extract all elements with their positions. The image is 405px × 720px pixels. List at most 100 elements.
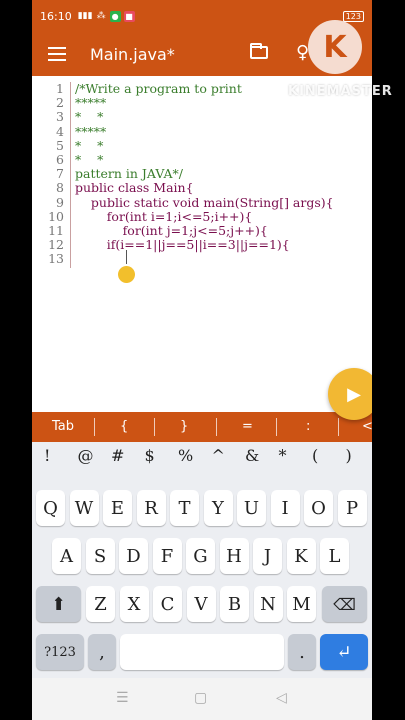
symbol-divider: [154, 418, 155, 436]
code-text: for(int j=1;j<=5;j++){: [75, 223, 268, 238]
gutter-divider: [70, 82, 71, 268]
line-number: 4: [56, 123, 64, 139]
key-a[interactable]: A: [52, 538, 81, 574]
folder-icon[interactable]: [250, 43, 268, 59]
key-z[interactable]: Z: [86, 586, 115, 622]
file-title: Main.java*: [90, 44, 175, 64]
backspace-key[interactable]: ⌫: [322, 586, 367, 622]
line-number: 8: [56, 180, 64, 196]
key-r[interactable]: R: [136, 490, 166, 526]
symbol-close-brace[interactable]: }: [180, 419, 188, 434]
symbol-divider: [338, 418, 339, 436]
navigation-bar: ☰ ▢ ◁: [32, 678, 372, 720]
recorder-icon: ■: [123, 10, 135, 22]
battery-icon: 123: [342, 10, 364, 22]
comma-key[interactable]: ,: [88, 634, 116, 670]
key-q[interactable]: Q: [36, 490, 65, 526]
key-m[interactable]: M: [287, 586, 316, 622]
key-j[interactable]: J: [253, 538, 282, 574]
kinemaster-logo: K: [308, 20, 362, 74]
key-v[interactable]: V: [186, 586, 216, 622]
play-icon: ▶: [347, 383, 361, 405]
key-d[interactable]: D: [119, 538, 148, 574]
line-number: 10: [48, 208, 64, 224]
symbol-divider: [94, 418, 95, 436]
recents-icon[interactable]: ☰: [116, 690, 129, 706]
volte-icon: ⁂: [96, 11, 106, 21]
symbol-open-brace[interactable]: {: [120, 419, 128, 434]
key-h[interactable]: H: [219, 538, 249, 574]
shift-key[interactable]: ⬆: [36, 586, 81, 622]
symbol-bar: Tab { } = : <: [32, 412, 372, 442]
code-text: *****: [75, 95, 107, 111]
line-number: 1: [56, 81, 64, 96]
symbol-equals[interactable]: =: [242, 419, 253, 434]
symbol-tab[interactable]: Tab: [52, 419, 74, 434]
home-icon[interactable]: ▢: [194, 690, 207, 706]
key-l[interactable]: L: [320, 538, 349, 574]
line-number: 3: [56, 109, 64, 125]
key-e[interactable]: E: [103, 490, 132, 526]
key-w[interactable]: W: [69, 490, 99, 526]
space-key[interactable]: [120, 634, 284, 670]
back-icon[interactable]: ◁: [276, 690, 287, 706]
symbol-key[interactable]: %: [178, 446, 193, 465]
kinemaster-watermark: KINEMASTER: [288, 84, 393, 99]
key-g[interactable]: G: [186, 538, 215, 574]
code-text: pattern in JAVA*/: [75, 166, 184, 182]
menu-icon[interactable]: [48, 47, 66, 61]
line-number: 9: [56, 194, 64, 210]
code-text: /*Write a program to print: [75, 81, 242, 96]
code-text: * *: [75, 109, 104, 125]
key-k[interactable]: K: [286, 538, 316, 574]
key-x[interactable]: X: [119, 586, 149, 622]
run-button[interactable]: ▶: [328, 368, 372, 420]
symbol-colon[interactable]: :: [306, 419, 310, 434]
symbol-divider: [216, 418, 217, 436]
symbol-key[interactable]: !: [44, 446, 50, 465]
key-t[interactable]: T: [170, 490, 199, 526]
symbol-key[interactable]: (: [312, 446, 318, 465]
code-text: if(i==1||j==5||i==3||j==1){: [75, 237, 290, 253]
key-o[interactable]: O: [304, 490, 333, 526]
line-number: 5: [56, 137, 64, 153]
symbol-less-than[interactable]: <: [362, 419, 372, 434]
line-number: 13: [48, 251, 64, 267]
symbol-divider: [276, 418, 277, 436]
symbol-key[interactable]: #: [111, 446, 124, 465]
numbers-key[interactable]: ?123: [36, 634, 84, 670]
status-time: 16:10: [40, 9, 72, 23]
shift-icon: ⬆: [50, 593, 67, 615]
key-b[interactable]: B: [220, 586, 249, 622]
key-f[interactable]: F: [152, 538, 182, 574]
symbol-key[interactable]: ^: [212, 446, 225, 465]
code-editor[interactable]: 1 /*Write a program to print 2 ***** 3 * * 4 **…: [32, 76, 372, 412]
symbol-key[interactable]: *: [279, 446, 287, 465]
key-u[interactable]: U: [237, 490, 266, 526]
key-c[interactable]: C: [153, 586, 182, 622]
line-number: 6: [56, 152, 64, 167]
symbol-key[interactable]: ): [346, 446, 352, 465]
key-y[interactable]: Y: [203, 490, 233, 526]
key-s[interactable]: S: [85, 538, 115, 574]
code-text: * *: [75, 152, 104, 167]
enter-key[interactable]: ↵: [320, 634, 368, 670]
signal-icon: ▮▮▮: [77, 11, 93, 21]
symbol-key[interactable]: &: [245, 446, 259, 465]
key-p[interactable]: P: [337, 490, 367, 526]
period-key[interactable]: .: [288, 634, 316, 670]
code-text: *****: [75, 123, 107, 139]
cursor-handle[interactable]: [118, 266, 135, 283]
text-cursor: [126, 250, 127, 264]
symbol-key[interactable]: $: [145, 446, 155, 465]
kinemaster-logo-letter: K: [323, 29, 347, 65]
code-text: public class Main{: [75, 180, 194, 196]
key-i[interactable]: I: [270, 490, 300, 526]
key-n[interactable]: N: [253, 586, 283, 622]
keyboard: ! @ # $% ^ & *() QWERTYUIOP ASDFGHJKL ZXCVBNM …: [32, 442, 372, 678]
line-number: 2: [56, 95, 64, 111]
line-number: 7: [56, 166, 64, 182]
symbol-key[interactable]: @: [78, 446, 94, 465]
phone-screen: 16:10 ▮▮▮ ⁂ ● ■ 123 Main.java* ♀ 1/*Writ…: [32, 0, 372, 720]
whatsapp-icon: ●: [109, 10, 121, 22]
